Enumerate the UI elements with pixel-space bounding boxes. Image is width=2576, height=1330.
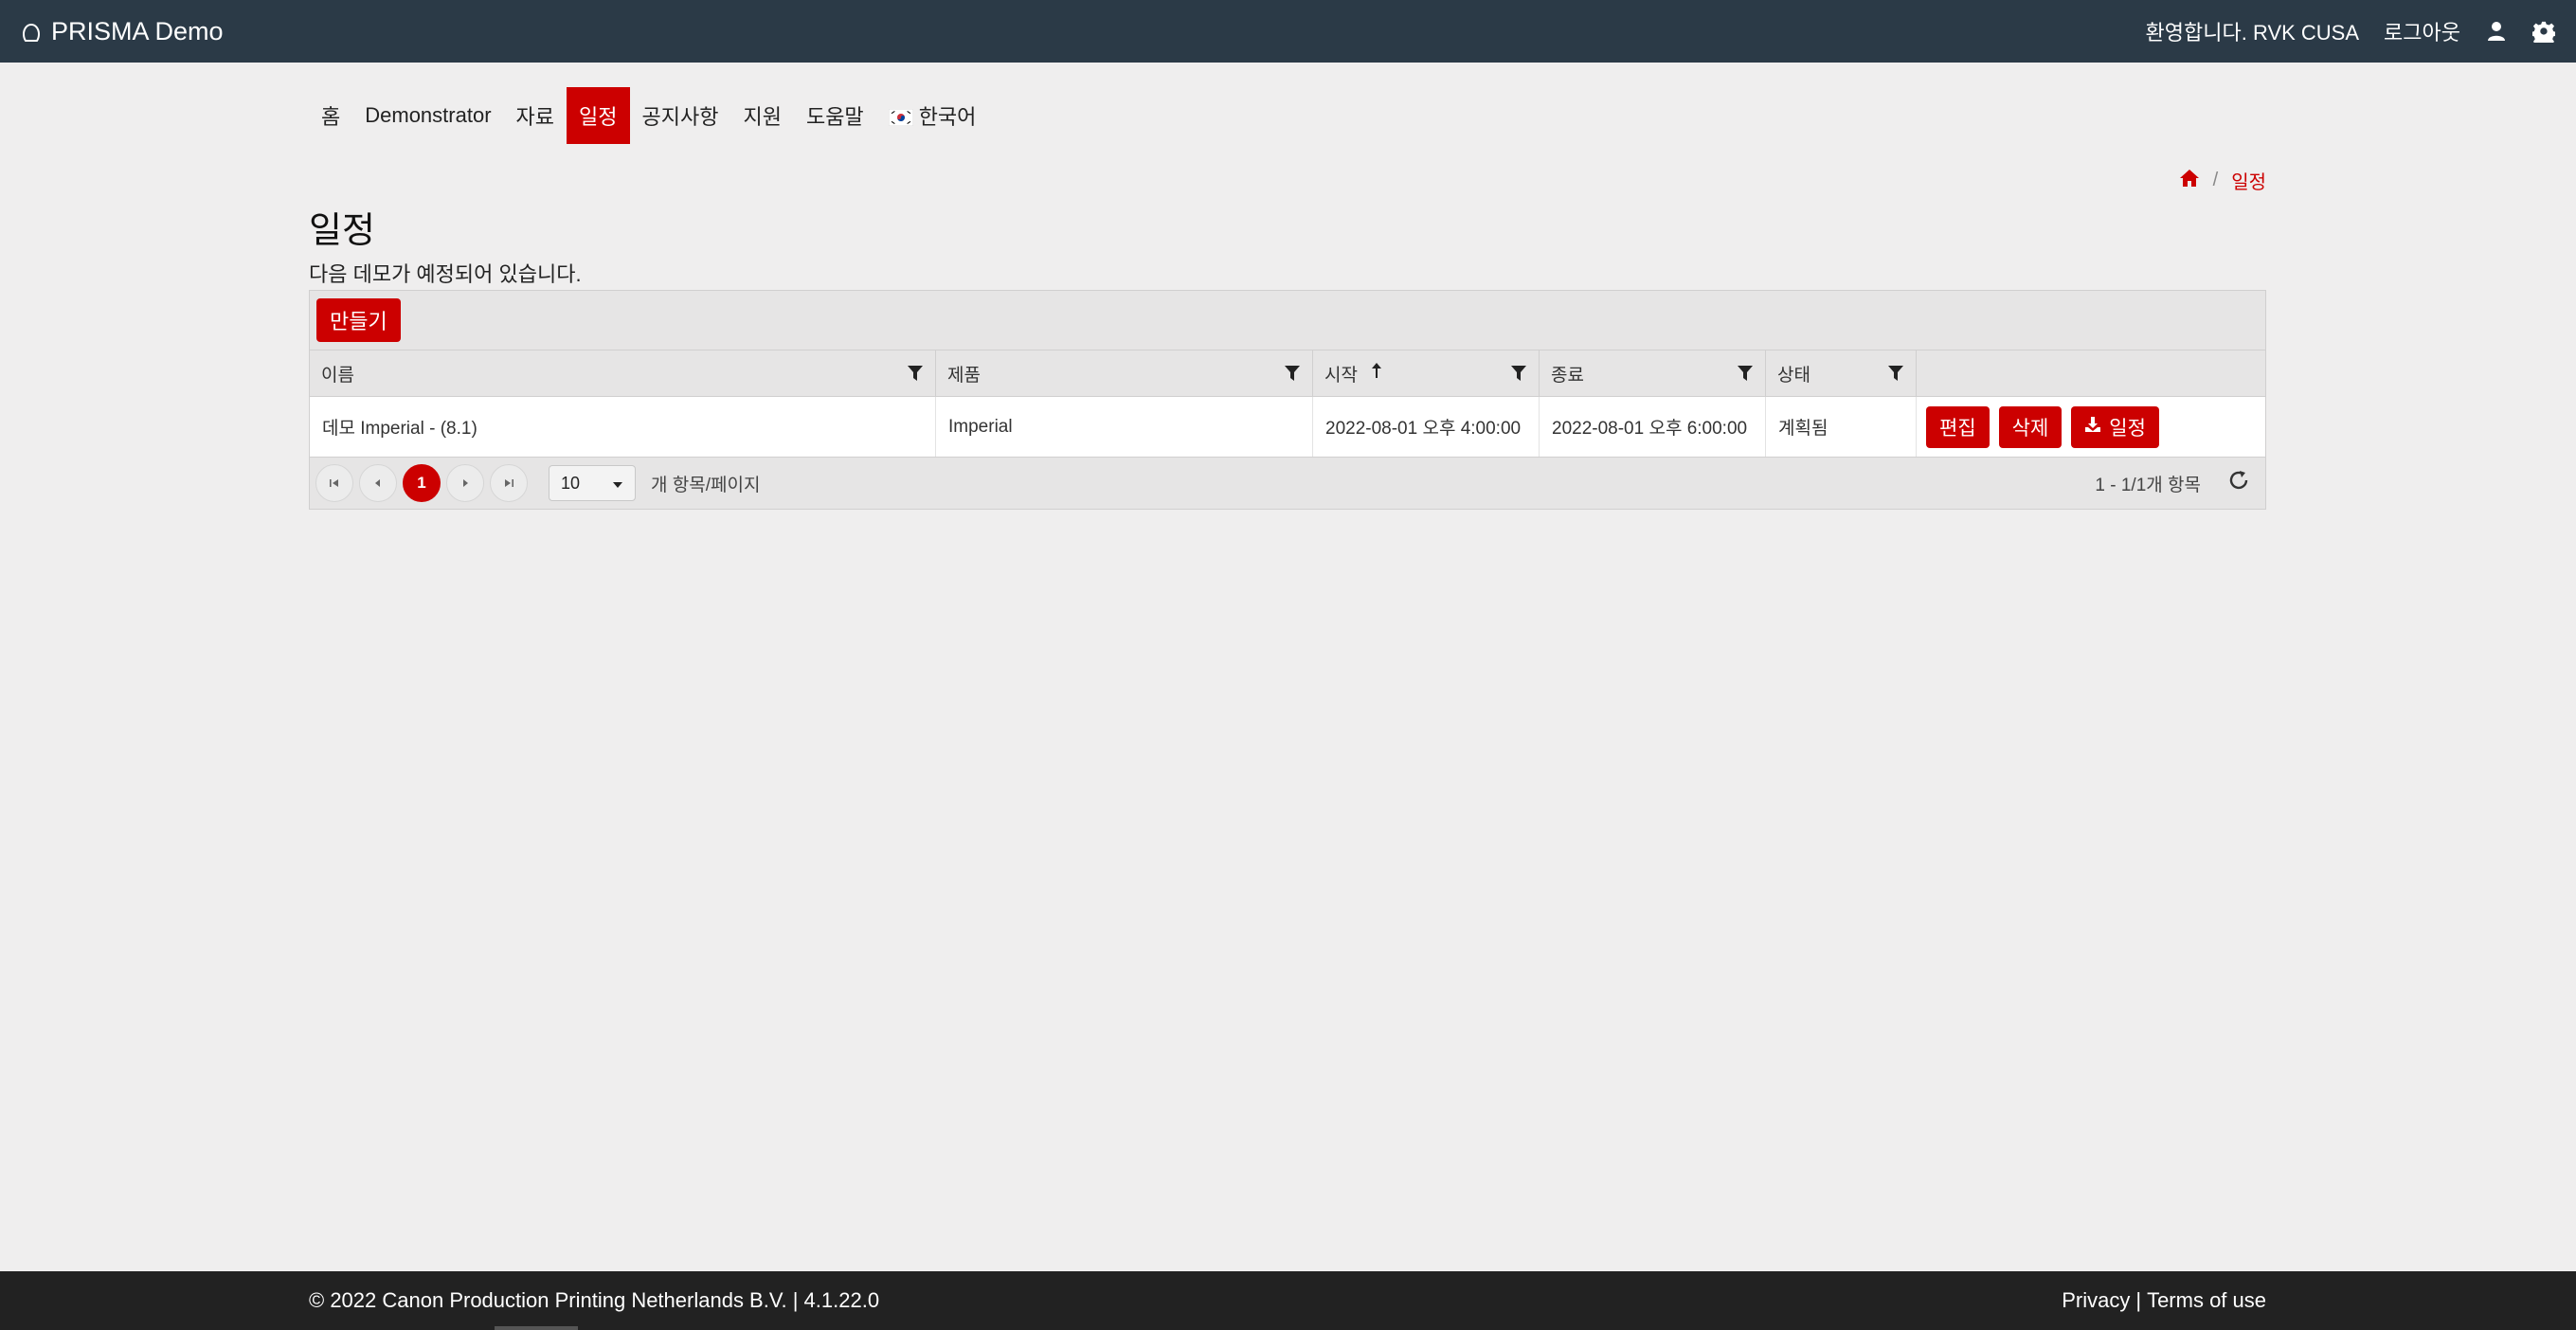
grid-toolbar: 만들기 (310, 291, 2265, 350)
edit-button[interactable]: 편집 (1926, 405, 1990, 448)
column-label: 시작 (1324, 365, 1358, 386)
breadcrumb-separator: / (2212, 170, 2219, 190)
page-size-select[interactable]: 10 (549, 465, 636, 501)
chevron-down-icon (612, 474, 623, 494)
current-page-button[interactable]: 1 (403, 464, 441, 502)
terms-link[interactable]: Terms of use (2147, 1288, 2266, 1313)
download-schedule-label: 일정 (2109, 417, 2146, 440)
column-label: 이름 (321, 365, 354, 386)
footer-separator: | (2135, 1288, 2142, 1312)
schedule-grid: 만들기 이름 제품 시작 종료 상태 데모 Imperial - (8.1) I… (309, 290, 2266, 510)
breadcrumb: / 일정 (2179, 167, 2266, 194)
first-page-button[interactable] (315, 464, 353, 502)
pager-summary: 1 - 1/1개 항목 (2095, 475, 2201, 495)
privacy-link[interactable]: Privacy (2062, 1288, 2130, 1313)
filter-icon[interactable] (1284, 365, 1301, 382)
column-header-end[interactable]: 종료 (1540, 350, 1766, 396)
cell-end: 2022-08-01 오후 6:00:00 (1540, 397, 1766, 457)
filter-icon[interactable] (1887, 365, 1904, 382)
previous-page-button[interactable] (359, 464, 397, 502)
nav-item-help[interactable]: 도움말 (794, 87, 876, 144)
nav-item-resources[interactable]: 자료 (504, 87, 567, 144)
pager: 1 10 개 항목/페이지 1 - 1/1개 항목 (310, 458, 2265, 509)
column-header-name[interactable]: 이름 (310, 350, 936, 396)
nav-item-home[interactable]: 홈 (309, 87, 352, 144)
scroll-handle (495, 1326, 578, 1330)
gear-icon[interactable] (2531, 20, 2556, 46)
download-schedule-button[interactable]: 일정 (2071, 405, 2159, 448)
per-page-label: 개 항목/페이지 (651, 475, 761, 495)
welcome-text: 환영합니다. RVK CUSA (2145, 21, 2360, 45)
nav-item-support[interactable]: 지원 (730, 87, 793, 144)
cell-product: Imperial (936, 397, 1313, 457)
breadcrumb-current[interactable]: 일정 (2231, 167, 2266, 194)
brand[interactable]: PRISMA Demo (21, 17, 224, 46)
create-button[interactable]: 만들기 (316, 298, 401, 342)
filter-icon[interactable] (1737, 365, 1754, 382)
korea-flag-icon (888, 107, 914, 127)
language-label: 한국어 (918, 105, 977, 129)
page-subtitle: 다음 데모가 예정되어 있습니다. (309, 262, 582, 286)
refresh-icon[interactable] (2227, 469, 2250, 497)
page-size-value: 10 (561, 473, 581, 493)
table-row[interactable]: 데모 Imperial - (8.1) Imperial 2022-08-01 … (310, 397, 2265, 458)
nav-item-schedule[interactable]: 일정 (567, 87, 630, 144)
download-icon (2084, 416, 2101, 439)
sort-ascending-icon (1371, 362, 1382, 385)
footer: © 2022 Canon Production Printing Netherl… (0, 1271, 2576, 1330)
delete-button[interactable]: 삭제 (1998, 405, 2063, 448)
next-page-button[interactable] (446, 464, 484, 502)
cell-actions: 편집 삭제 일정 (1917, 397, 2265, 457)
column-label: 제품 (947, 365, 981, 386)
column-header-product[interactable]: 제품 (936, 350, 1313, 396)
nav-item-language[interactable]: 한국어 (876, 87, 989, 144)
column-header-start[interactable]: 시작 (1313, 350, 1540, 396)
column-label: 상태 (1777, 365, 1810, 386)
user-icon[interactable] (2485, 20, 2508, 43)
prisma-logo-icon (21, 21, 42, 42)
cell-name: 데모 Imperial - (8.1) (310, 397, 936, 457)
grid-header: 이름 제품 시작 종료 상태 (310, 350, 2265, 397)
cell-start: 2022-08-01 오후 4:00:00 (1313, 397, 1540, 457)
page-title: 일정 (309, 211, 375, 251)
home-icon[interactable] (2179, 169, 2200, 193)
filter-icon[interactable] (907, 365, 924, 382)
column-label: 종료 (1551, 365, 1584, 386)
nav-item-demonstrator[interactable]: Demonstrator (352, 87, 503, 144)
logout-link[interactable]: 로그아웃 (2384, 16, 2460, 46)
app-title: PRISMA Demo (51, 16, 224, 45)
column-header-actions (1917, 350, 2265, 396)
footer-copyright: © 2022 Canon Production Printing Netherl… (309, 1288, 880, 1312)
main-nav: 홈 Demonstrator 자료 일정 공지사항 지원 도움말 한국어 (309, 87, 988, 144)
nav-item-announcements[interactable]: 공지사항 (630, 87, 731, 144)
cell-status: 계획됨 (1766, 397, 1917, 457)
column-header-status[interactable]: 상태 (1766, 350, 1917, 396)
filter-icon[interactable] (1510, 365, 1527, 382)
top-bar: PRISMA Demo 환영합니다. RVK CUSA 로그아웃 (0, 0, 2576, 63)
last-page-button[interactable] (490, 464, 528, 502)
